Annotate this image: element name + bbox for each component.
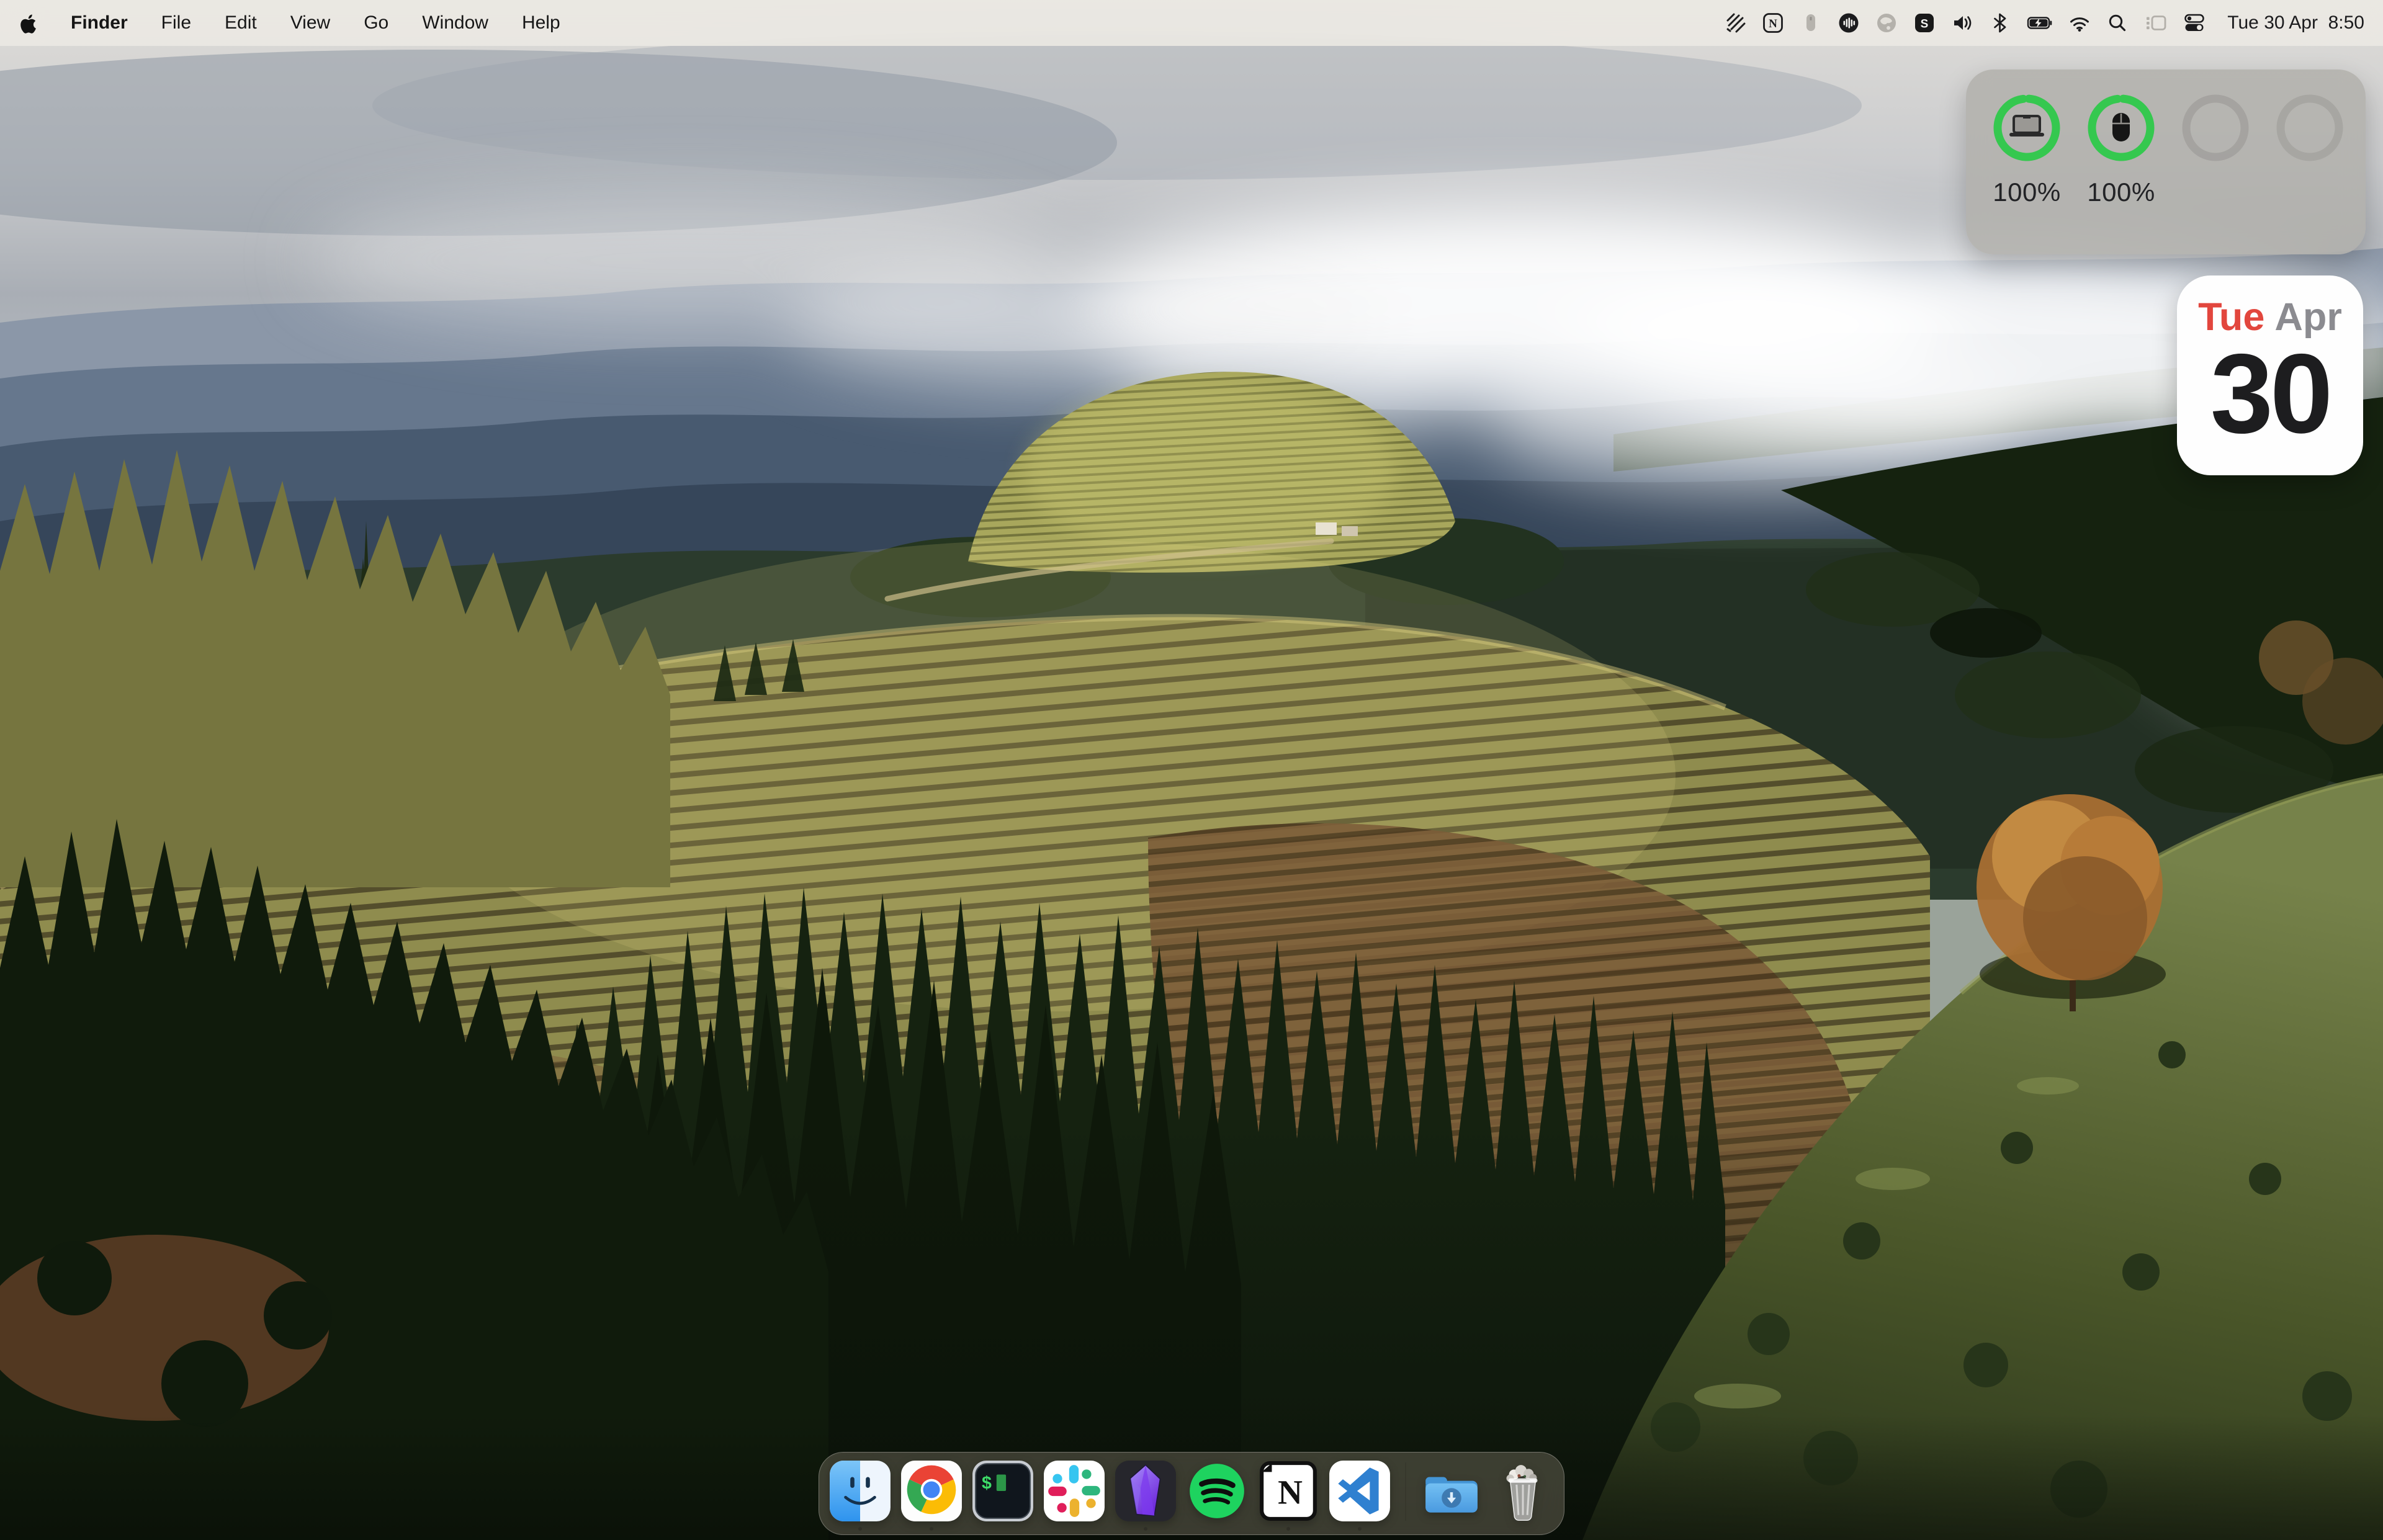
menu-edit[interactable]: Edit <box>225 12 257 34</box>
audio-waveform-icon[interactable] <box>1838 0 1860 46</box>
dock-spotify-icon[interactable] <box>1185 1459 1249 1523</box>
apple-icon <box>16 12 37 34</box>
spotlight-icon[interactable] <box>2106 0 2129 46</box>
notion-icon[interactable]: N <box>1762 0 1784 46</box>
mouse-battery-icon[interactable] <box>1800 0 1822 46</box>
battery-ring-laptop: 100% <box>1992 93 2062 207</box>
running-indicator <box>1358 1527 1362 1531</box>
dock-vscode-icon[interactable] <box>1328 1459 1391 1523</box>
battery-ring-mouse: 100% <box>2086 93 2156 207</box>
menu-go[interactable]: Go <box>364 12 388 34</box>
battery-charging-icon[interactable] <box>2027 0 2053 46</box>
sketch-app-icon[interactable] <box>1724 0 1746 46</box>
dock-divider <box>1405 1462 1406 1521</box>
svg-text:S: S <box>1921 18 1929 31</box>
dock-notion-icon[interactable]: N <box>1257 1459 1320 1523</box>
dock-obsidian-icon[interactable] <box>1114 1459 1177 1523</box>
calendar-day: 30 <box>2210 342 2330 445</box>
running-indicator <box>1286 1527 1290 1531</box>
running-indicator <box>930 1527 933 1531</box>
battery-ring-empty-1 <box>2181 93 2250 207</box>
menu-bar: Finder File Edit View Go Window Help N <box>0 0 2383 46</box>
apple-menu[interactable] <box>16 12 37 34</box>
dock-chrome-icon[interactable] <box>900 1459 963 1523</box>
battery-ring-empty-2 <box>2275 93 2345 207</box>
menu-help[interactable]: Help <box>522 12 560 34</box>
menu-app-name[interactable]: Finder <box>71 12 128 34</box>
desktop: Finder File Edit View Go Window Help N <box>0 0 2383 1540</box>
svg-text:$: $ <box>981 1474 992 1494</box>
menu-window[interactable]: Window <box>422 12 488 34</box>
dock-terminal-icon[interactable]: $ <box>971 1459 1034 1523</box>
volume-icon[interactable] <box>1951 0 1973 46</box>
calendar-widget[interactable]: Tue Apr 30 <box>2177 275 2363 475</box>
mouse-icon <box>2112 113 2130 141</box>
bluetooth-icon[interactable] <box>1989 0 2011 46</box>
menu-file[interactable]: File <box>161 12 191 34</box>
svg-text:N: N <box>1278 1473 1303 1511</box>
dock-finder-icon[interactable] <box>828 1459 892 1523</box>
battery-percent-mouse: 100% <box>2087 177 2155 207</box>
globe-icon[interactable] <box>1875 0 1898 46</box>
menu-bar-clock[interactable]: Tue 30 Apr 8:50 <box>2227 12 2364 34</box>
window-layout-icon[interactable] <box>2144 0 2168 46</box>
running-indicator <box>1144 1527 1147 1531</box>
laptop-icon <box>2009 116 2044 137</box>
battery-percent-laptop: 100% <box>1993 177 2060 207</box>
battery-widget[interactable]: 100% 100% <box>1966 69 2366 254</box>
control-center-icon[interactable] <box>2183 0 2206 46</box>
running-indicator <box>858 1527 862 1531</box>
shottr-icon[interactable]: S <box>1913 0 1936 46</box>
dock-slack-icon[interactable] <box>1043 1459 1106 1523</box>
dock: $ <box>819 1452 1564 1535</box>
menu-view[interactable]: View <box>290 12 330 34</box>
svg-text:N: N <box>1769 17 1777 30</box>
dock-trash-icon[interactable] <box>1491 1459 1555 1523</box>
dock-downloads-icon[interactable] <box>1420 1459 1483 1523</box>
wifi-icon[interactable] <box>2068 0 2091 46</box>
